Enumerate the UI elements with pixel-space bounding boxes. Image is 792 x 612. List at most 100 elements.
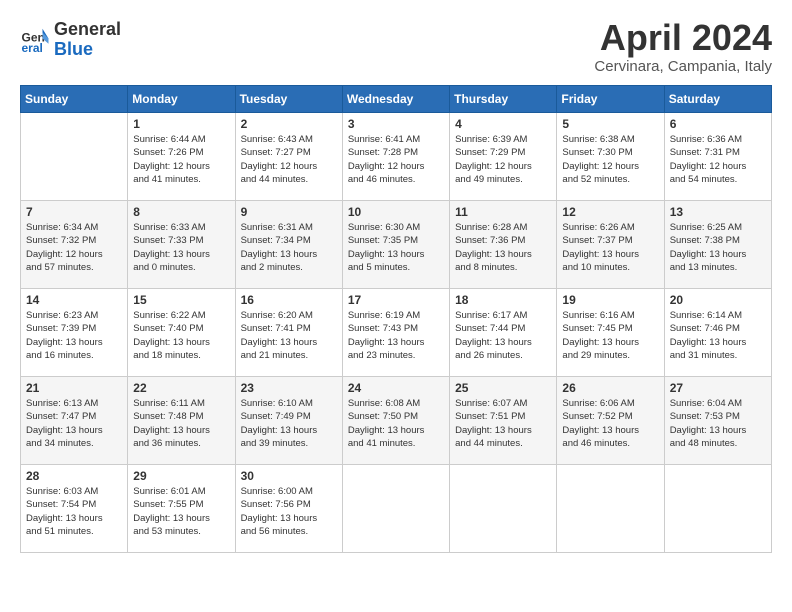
day-info: Sunrise: 6:36 AMSunset: 7:31 PMDaylight:… — [670, 133, 766, 186]
day-number: 20 — [670, 293, 766, 307]
day-number: 28 — [26, 469, 122, 483]
day-info: Sunrise: 6:14 AMSunset: 7:46 PMDaylight:… — [670, 309, 766, 362]
calendar-week-2: 7Sunrise: 6:34 AMSunset: 7:32 PMDaylight… — [21, 201, 772, 289]
day-header-wednesday: Wednesday — [342, 86, 449, 113]
day-number: 9 — [241, 205, 337, 219]
calendar-cell: 22 Sunrise: 6:11 AMSunset: 7:48 PMDayligh… — [128, 377, 235, 465]
location-subtitle: Cervinara, Campania, Italy — [594, 58, 772, 75]
day-number: 24 — [348, 381, 444, 395]
calendar-cell — [450, 465, 557, 553]
day-info: Sunrise: 6:25 AMSunset: 7:38 PMDaylight:… — [670, 221, 766, 274]
day-number: 26 — [562, 381, 658, 395]
day-number: 25 — [455, 381, 551, 395]
calendar-week-4: 21 Sunrise: 6:13 AMSunset: 7:47 PMDayligh… — [21, 377, 772, 465]
day-info: Sunrise: 6:19 AMSunset: 7:43 PMDaylight:… — [348, 309, 444, 362]
calendar-cell: 12 Sunrise: 6:26 AMSunset: 7:37 PMDayligh… — [557, 201, 664, 289]
calendar-cell: 3 Sunrise: 6:41 AMSunset: 7:28 PMDaylight… — [342, 113, 449, 201]
day-info: Sunrise: 6:28 AMSunset: 7:36 PMDaylight:… — [455, 221, 551, 274]
day-number: 15 — [133, 293, 229, 307]
day-info: Sunrise: 6:22 AMSunset: 7:40 PMDaylight:… — [133, 309, 229, 362]
day-number: 2 — [241, 117, 337, 131]
logo: Gen eral General Blue — [20, 20, 121, 60]
day-number: 30 — [241, 469, 337, 483]
day-number: 3 — [348, 117, 444, 131]
calendar-cell: 27 Sunrise: 6:04 AMSunset: 7:53 PMDayligh… — [664, 377, 771, 465]
calendar-cell: 30 Sunrise: 6:00 AMSunset: 7:56 PMDayligh… — [235, 465, 342, 553]
day-number: 12 — [562, 205, 658, 219]
calendar-header: SundayMondayTuesdayWednesdayThursdayFrid… — [21, 86, 772, 113]
day-info: Sunrise: 6:43 AMSunset: 7:27 PMDaylight:… — [241, 133, 337, 186]
logo-text: General Blue — [54, 20, 121, 60]
day-info: Sunrise: 6:04 AMSunset: 7:53 PMDaylight:… — [670, 397, 766, 450]
day-info: Sunrise: 6:01 AMSunset: 7:55 PMDaylight:… — [133, 485, 229, 538]
calendar-cell: 17 Sunrise: 6:19 AMSunset: 7:43 PMDayligh… — [342, 289, 449, 377]
calendar-cell: 5Sunrise: 6:38 AMSunset: 7:30 PMDaylight… — [557, 113, 664, 201]
day-info: Sunrise: 6:34 AMSunset: 7:32 PMDaylight:… — [26, 221, 122, 274]
calendar-cell: 21 Sunrise: 6:13 AMSunset: 7:47 PMDayligh… — [21, 377, 128, 465]
day-number: 4 — [455, 117, 551, 131]
day-number: 10 — [348, 205, 444, 219]
day-header-sunday: Sunday — [21, 86, 128, 113]
day-info: Sunrise: 6:39 AMSunset: 7:29 PMDaylight:… — [455, 133, 551, 186]
calendar-cell: 1Sunrise: 6:44 AMSunset: 7:26 PMDaylight… — [128, 113, 235, 201]
day-header-saturday: Saturday — [664, 86, 771, 113]
day-number: 27 — [670, 381, 766, 395]
calendar-cell: 15 Sunrise: 6:22 AMSunset: 7:40 PMDayligh… — [128, 289, 235, 377]
day-number: 8 — [133, 205, 229, 219]
day-info: Sunrise: 6:26 AMSunset: 7:37 PMDaylight:… — [562, 221, 658, 274]
calendar-cell: 14 Sunrise: 6:23 AMSunset: 7:39 PMDayligh… — [21, 289, 128, 377]
day-info: Sunrise: 6:08 AMSunset: 7:50 PMDaylight:… — [348, 397, 444, 450]
calendar-cell: 23 Sunrise: 6:10 AMSunset: 7:49 PMDayligh… — [235, 377, 342, 465]
day-info: Sunrise: 6:06 AMSunset: 7:52 PMDaylight:… — [562, 397, 658, 450]
calendar-cell: 6 Sunrise: 6:36 AMSunset: 7:31 PMDaylight… — [664, 113, 771, 201]
day-info: Sunrise: 6:33 AMSunset: 7:33 PMDaylight:… — [133, 221, 229, 274]
calendar-cell: 10 Sunrise: 6:30 AMSunset: 7:35 PMDayligh… — [342, 201, 449, 289]
day-number: 23 — [241, 381, 337, 395]
calendar-week-5: 28 Sunrise: 6:03 AMSunset: 7:54 PMDayligh… — [21, 465, 772, 553]
calendar-cell: 18Sunrise: 6:17 AMSunset: 7:44 PMDayligh… — [450, 289, 557, 377]
calendar-cell: 2 Sunrise: 6:43 AMSunset: 7:27 PMDaylight… — [235, 113, 342, 201]
day-number: 19 — [562, 293, 658, 307]
day-info: Sunrise: 6:11 AMSunset: 7:48 PMDaylight:… — [133, 397, 229, 450]
calendar-cell: 11 Sunrise: 6:28 AMSunset: 7:36 PMDayligh… — [450, 201, 557, 289]
day-info: Sunrise: 6:10 AMSunset: 7:49 PMDaylight:… — [241, 397, 337, 450]
calendar-cell: 29Sunrise: 6:01 AMSunset: 7:55 PMDayligh… — [128, 465, 235, 553]
title-area: April 2024 Cervinara, Campania, Italy — [594, 20, 772, 75]
day-info: Sunrise: 6:44 AMSunset: 7:26 PMDaylight:… — [133, 133, 229, 186]
calendar-cell: 24 Sunrise: 6:08 AMSunset: 7:50 PMDayligh… — [342, 377, 449, 465]
day-info: Sunrise: 6:23 AMSunset: 7:39 PMDaylight:… — [26, 309, 122, 362]
day-info: Sunrise: 6:13 AMSunset: 7:47 PMDaylight:… — [26, 397, 122, 450]
calendar-cell: 26 Sunrise: 6:06 AMSunset: 7:52 PMDayligh… — [557, 377, 664, 465]
day-info: Sunrise: 6:41 AMSunset: 7:28 PMDaylight:… — [348, 133, 444, 186]
day-info: Sunrise: 6:00 AMSunset: 7:56 PMDaylight:… — [241, 485, 337, 538]
calendar-cell: 4 Sunrise: 6:39 AMSunset: 7:29 PMDaylight… — [450, 113, 557, 201]
calendar-cell: 9Sunrise: 6:31 AMSunset: 7:34 PMDaylight… — [235, 201, 342, 289]
day-info: Sunrise: 6:30 AMSunset: 7:35 PMDaylight:… — [348, 221, 444, 274]
day-header-monday: Monday — [128, 86, 235, 113]
day-number: 11 — [455, 205, 551, 219]
day-number: 18 — [455, 293, 551, 307]
calendar-table: SundayMondayTuesdayWednesdayThursdayFrid… — [20, 85, 772, 553]
calendar-week-1: 1Sunrise: 6:44 AMSunset: 7:26 PMDaylight… — [21, 113, 772, 201]
day-number: 5 — [562, 117, 658, 131]
calendar-cell: 19 Sunrise: 6:16 AMSunset: 7:45 PMDayligh… — [557, 289, 664, 377]
calendar-body: 1Sunrise: 6:44 AMSunset: 7:26 PMDaylight… — [21, 113, 772, 553]
day-number: 21 — [26, 381, 122, 395]
day-info: Sunrise: 6:03 AMSunset: 7:54 PMDaylight:… — [26, 485, 122, 538]
header-row: SundayMondayTuesdayWednesdayThursdayFrid… — [21, 86, 772, 113]
day-number: 17 — [348, 293, 444, 307]
calendar-cell: 25Sunrise: 6:07 AMSunset: 7:51 PMDayligh… — [450, 377, 557, 465]
day-header-thursday: Thursday — [450, 86, 557, 113]
day-header-tuesday: Tuesday — [235, 86, 342, 113]
day-header-friday: Friday — [557, 86, 664, 113]
day-number: 22 — [133, 381, 229, 395]
calendar-cell — [557, 465, 664, 553]
logo-icon: Gen eral — [20, 25, 50, 55]
day-number: 14 — [26, 293, 122, 307]
page-header: Gen eral General Blue April 2024 Cervina… — [20, 20, 772, 75]
calendar-cell: 8 Sunrise: 6:33 AMSunset: 7:33 PMDaylight… — [128, 201, 235, 289]
calendar-week-3: 14 Sunrise: 6:23 AMSunset: 7:39 PMDayligh… — [21, 289, 772, 377]
calendar-cell — [21, 113, 128, 201]
day-info: Sunrise: 6:16 AMSunset: 7:45 PMDaylight:… — [562, 309, 658, 362]
day-number: 6 — [670, 117, 766, 131]
